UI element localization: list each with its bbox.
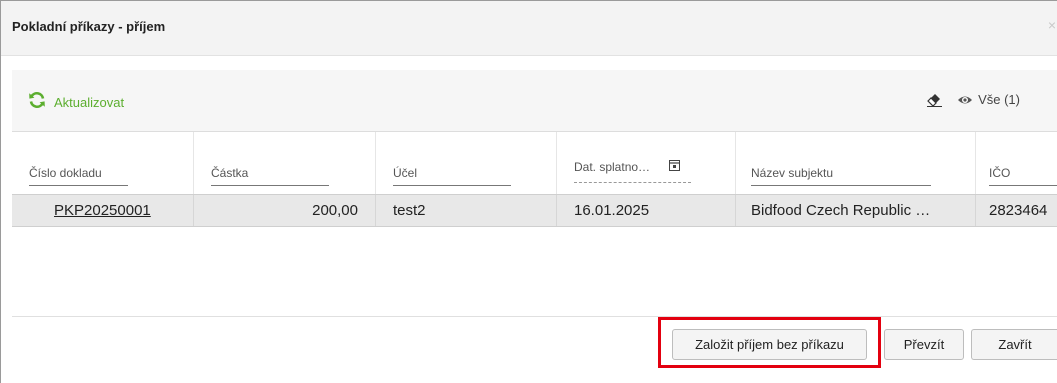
filter-all-label[interactable]: Vše (1) — [978, 92, 1020, 107]
cell-castka: 200,00 — [194, 195, 376, 226]
column-header-ico[interactable]: IČO — [976, 132, 1057, 194]
cell-ico: 2823464 — [989, 202, 1048, 219]
eye-icon[interactable] — [957, 94, 973, 106]
dialog-window: Pokladní příkazy - příjem × Aktualizovat — [0, 0, 1057, 383]
column-header-cislo-dokladu[interactable]: Číslo dokladu — [12, 132, 194, 194]
grid-toolbar: Aktualizovat Vše (1) — [12, 70, 1057, 132]
close-button[interactable]: Zavřít — [971, 329, 1057, 360]
column-underline — [211, 185, 329, 186]
dialog-titlebar: Pokladní příkazy - příjem × — [1, 1, 1057, 56]
close-icon[interactable]: × — [1048, 17, 1056, 33]
column-label: Dat. splatno… — [574, 160, 651, 174]
refresh-icon — [28, 91, 46, 114]
toolbar-right-tools: Vše (1) — [926, 92, 1020, 107]
column-underline — [574, 182, 691, 183]
column-label: Název subjektu — [751, 166, 834, 180]
dialog-title: Pokladní příkazy - příjem — [12, 19, 166, 34]
eraser-icon[interactable] — [926, 92, 943, 107]
refresh-label: Aktualizovat — [54, 95, 125, 110]
grid-header: Číslo dokladu Částka Účel Dat. splatno… — [12, 132, 1057, 194]
highlight-frame — [658, 317, 881, 368]
cell-datum-splatnosti: 16.01.2025 — [557, 195, 736, 226]
column-header-datum-splatnosti[interactable]: Dat. splatno… — [557, 132, 736, 194]
column-underline — [29, 185, 128, 186]
cell-ucel: test2 — [376, 195, 557, 226]
column-label: Číslo dokladu — [29, 166, 102, 180]
column-header-ucel[interactable]: Účel — [376, 132, 557, 194]
data-grid: Číslo dokladu Částka Účel Dat. splatno… — [12, 132, 1057, 227]
column-label: Částka — [211, 166, 249, 180]
refresh-button[interactable]: Aktualizovat — [28, 91, 124, 114]
calendar-icon[interactable] — [669, 158, 680, 176]
column-underline — [751, 185, 931, 186]
column-header-castka[interactable]: Částka — [194, 132, 376, 194]
column-label: Účel — [393, 166, 418, 180]
table-row[interactable]: PKP20250001 200,00 test2 16.01.2025 Bidf… — [12, 194, 1057, 227]
cell-cislo-dokladu[interactable]: PKP20250001 — [12, 195, 194, 226]
column-underline — [989, 185, 1057, 186]
column-header-nazev-subjektu[interactable]: Název subjektu — [736, 132, 976, 194]
column-label: IČO — [989, 166, 1011, 180]
cell-nazev-subjektu: Bidfood Czech Republic … — [736, 195, 976, 226]
column-underline — [393, 185, 511, 186]
take-over-button[interactable]: Převzít — [884, 329, 964, 360]
